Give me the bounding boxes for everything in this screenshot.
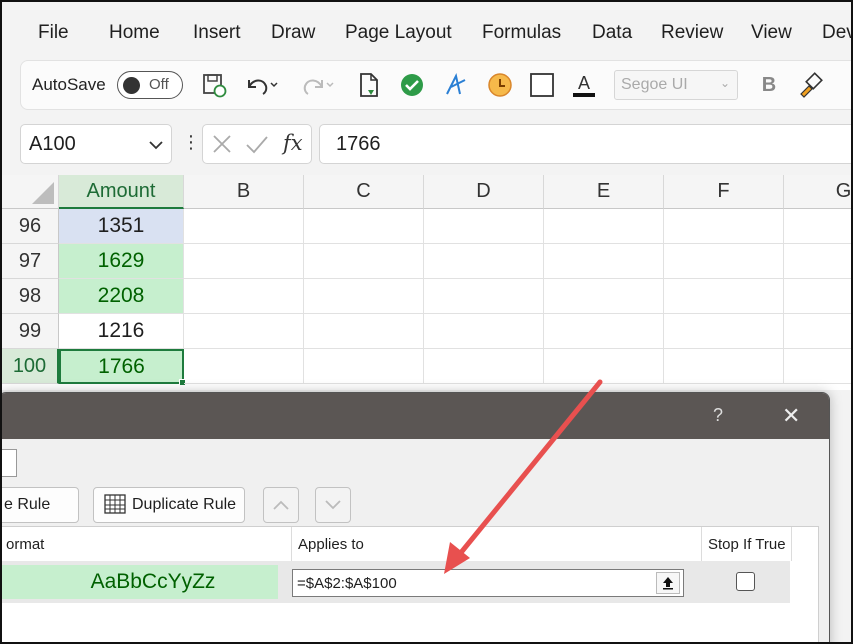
row-header[interactable]: 97 <box>2 244 59 279</box>
timer-icon[interactable] <box>483 61 517 109</box>
name-box-value: A100 <box>29 133 76 155</box>
excel-window: File Home Insert Draw Page Layout Formul… <box>0 0 853 644</box>
ribbon-tabs: File Home Insert Draw Page Layout Formul… <box>2 2 851 58</box>
applies-to-value: =$A$2:$A$100 <box>297 575 397 592</box>
rule-row[interactable]: AaBbCcYyZz =$A$2:$A$100 <box>2 561 790 603</box>
enter-check-icon[interactable] <box>245 133 269 160</box>
draw-pen-icon[interactable] <box>439 61 473 109</box>
worksheet-grid: Amount B C D E F G 96 1351 97 1629 98 22… <box>2 175 851 390</box>
font-color-icon[interactable]: A <box>567 61 601 109</box>
edit-rule-label: e Rule <box>4 496 51 513</box>
bold-button[interactable]: B <box>753 61 785 109</box>
tab-insert[interactable]: Insert <box>193 22 241 44</box>
dialog-titlebar: ? ✕ <box>2 393 829 439</box>
rules-table: ormat Applies to Stop If True AaBbCcYyZz… <box>2 526 819 642</box>
rules-manager-dialog: ? ✕ e Rule Duplicate Rule ormat Applies … <box>2 392 830 642</box>
row-header[interactable]: 98 <box>2 279 59 314</box>
duplicate-rule-label: Duplicate Rule <box>132 496 237 513</box>
check-accessibility-icon[interactable] <box>395 61 429 109</box>
cancel-icon[interactable] <box>211 133 233 160</box>
tab-formulas[interactable]: Formulas <box>482 22 561 44</box>
tab-developer[interactable]: Dev <box>822 22 851 44</box>
insert-function-icon[interactable]: fx <box>283 131 303 155</box>
font-name-select[interactable]: Segoe UI ⌄ <box>614 70 738 100</box>
cell-a98[interactable]: 2208 <box>59 279 184 314</box>
stop-if-true-checkbox[interactable] <box>736 572 755 591</box>
applies-to-input[interactable]: =$A$2:$A$100 <box>292 569 684 597</box>
cell-a96[interactable]: 1351 <box>59 209 184 244</box>
format-painter-icon[interactable] <box>793 61 827 109</box>
column-format-header: ormat <box>2 527 292 561</box>
chevron-down-icon <box>325 500 341 510</box>
formula-actions: fx <box>202 124 312 164</box>
row-header[interactable]: 99 <box>2 314 59 349</box>
formula-input[interactable]: 1766 <box>319 124 851 164</box>
collapse-dialog-icon[interactable] <box>656 572 680 594</box>
tab-page-layout[interactable]: Page Layout <box>345 22 452 44</box>
font-name-value: Segoe UI <box>621 76 688 93</box>
empty-cells[interactable] <box>184 209 851 384</box>
save-sync-icon[interactable] <box>197 61 231 109</box>
show-rules-for-select[interactable] <box>2 449 17 477</box>
quick-access-toolbar: AutoSave Off A Segoe UI ⌄ B <box>20 60 851 110</box>
move-down-button[interactable] <box>315 487 351 523</box>
redo-icon[interactable] <box>297 61 337 109</box>
font-color-letter: A <box>578 73 590 93</box>
autosave-state: Off <box>149 76 169 93</box>
column-header-b[interactable]: B <box>184 175 304 209</box>
tab-review[interactable]: Review <box>661 22 723 44</box>
column-header-c[interactable]: C <box>304 175 424 209</box>
rule-actions: e Rule Duplicate Rule <box>2 485 819 527</box>
column-applies-header: Applies to <box>292 527 702 561</box>
formula-value: 1766 <box>336 133 381 155</box>
column-header-a[interactable]: Amount <box>59 175 184 209</box>
select-all-corner[interactable] <box>2 175 59 209</box>
duplicate-rule-button[interactable]: Duplicate Rule <box>93 487 245 523</box>
chevron-down-icon[interactable] <box>149 137 163 153</box>
tab-home[interactable]: Home <box>109 22 160 44</box>
cell-a100-active[interactable]: 1766 <box>59 349 184 384</box>
close-button[interactable]: ✕ <box>782 403 800 429</box>
chevron-up-icon <box>273 500 289 510</box>
row-header[interactable]: 96 <box>2 209 59 244</box>
more-options-icon[interactable]: ⋮ <box>182 132 200 153</box>
column-header-f[interactable]: F <box>664 175 784 209</box>
row-header-selected[interactable]: 100 <box>2 349 59 384</box>
cell-a99[interactable]: 1216 <box>59 314 184 349</box>
autosave-toggle[interactable]: Off <box>117 71 183 99</box>
column-stop-header: Stop If True <box>702 527 792 561</box>
toggle-knob <box>123 77 140 94</box>
column-header-d[interactable]: D <box>424 175 544 209</box>
tab-data[interactable]: Data <box>592 22 632 44</box>
new-document-icon[interactable] <box>353 61 385 109</box>
tab-draw[interactable]: Draw <box>271 22 315 44</box>
column-header-g[interactable]: G <box>784 175 851 209</box>
edit-rule-button[interactable]: e Rule <box>2 487 79 523</box>
tab-file[interactable]: File <box>38 22 69 44</box>
autosave-label: AutoSave <box>32 75 106 94</box>
undo-icon[interactable] <box>241 61 281 109</box>
duplicate-grid-icon <box>104 494 128 516</box>
tab-view[interactable]: View <box>751 22 792 44</box>
chevron-down-icon: ⌄ <box>719 76 730 90</box>
format-preview: AaBbCcYyZz <box>2 565 278 599</box>
move-up-button[interactable] <box>263 487 299 523</box>
cell-a97[interactable]: 1629 <box>59 244 184 279</box>
help-button[interactable]: ? <box>713 405 723 426</box>
name-box[interactable]: A100 <box>20 124 172 164</box>
column-header-e[interactable]: E <box>544 175 664 209</box>
border-box-icon[interactable] <box>525 61 559 109</box>
